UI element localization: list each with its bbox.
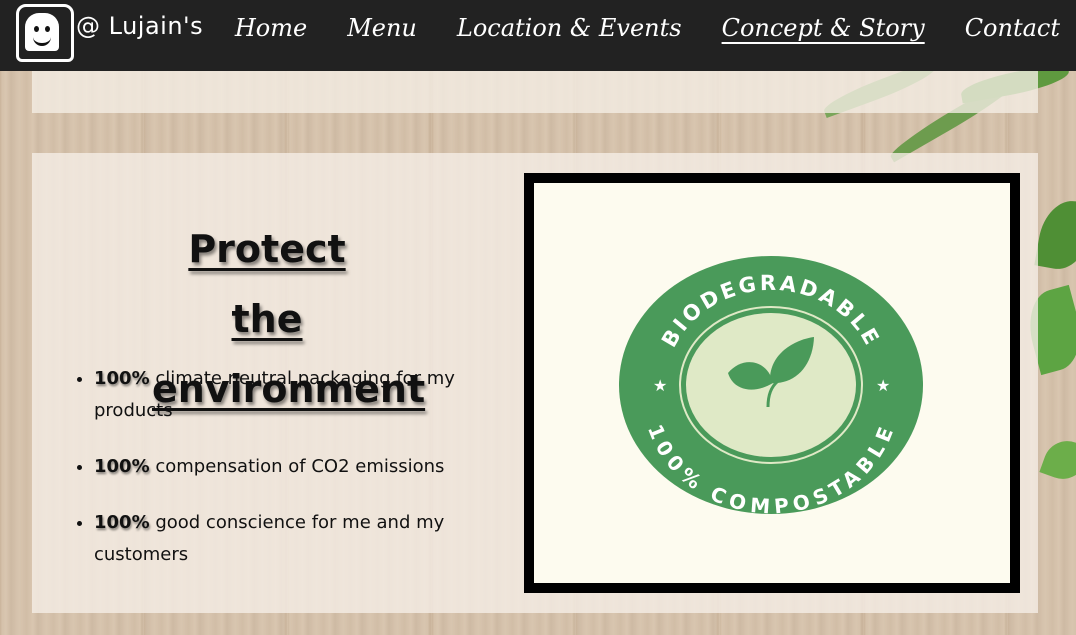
image-canvas: BIODEGRADABLE 100% COMPOSTABLE ★ ★	[534, 183, 1010, 583]
top-navbar: @ Lujain's Home Menu Location & Events C…	[0, 0, 1076, 71]
nav-link-location-events[interactable]: Location & Events	[457, 14, 682, 42]
logo-icon[interactable]	[16, 4, 74, 62]
bullet-list: 100% climate neutral packaging for my pr…	[72, 363, 514, 595]
nav-links: Home Menu Location & Events Concept & St…	[235, 14, 1060, 42]
nav-link-contact[interactable]: Contact	[965, 14, 1060, 42]
bullet-text: compensation of CO2 emissions	[149, 456, 445, 477]
nav-link-home[interactable]: Home	[235, 14, 307, 42]
percent-label: 100%	[94, 368, 150, 389]
nav-link-concept-story[interactable]: Concept & Story	[722, 14, 925, 42]
star-icon: ★	[653, 376, 667, 395]
brand-name[interactable]: @ Lujain's	[76, 12, 203, 40]
biodegradable-badge: BIODEGRADABLE 100% COMPOSTABLE ★ ★	[619, 256, 923, 515]
percent-label: 100%	[94, 456, 150, 477]
list-item: 100% compensation of CO2 emissions	[94, 451, 514, 483]
list-item: 100% climate neutral packaging for my pr…	[94, 363, 514, 427]
star-icon: ★	[876, 376, 890, 395]
nav-link-menu[interactable]: Menu	[347, 14, 417, 42]
image-frame: BIODEGRADABLE 100% COMPOSTABLE ★ ★	[524, 173, 1020, 593]
list-item: 100% good conscience for me and my custo…	[94, 507, 514, 571]
percent-label: 100%	[94, 512, 150, 533]
top-panel-strip	[32, 71, 1038, 113]
